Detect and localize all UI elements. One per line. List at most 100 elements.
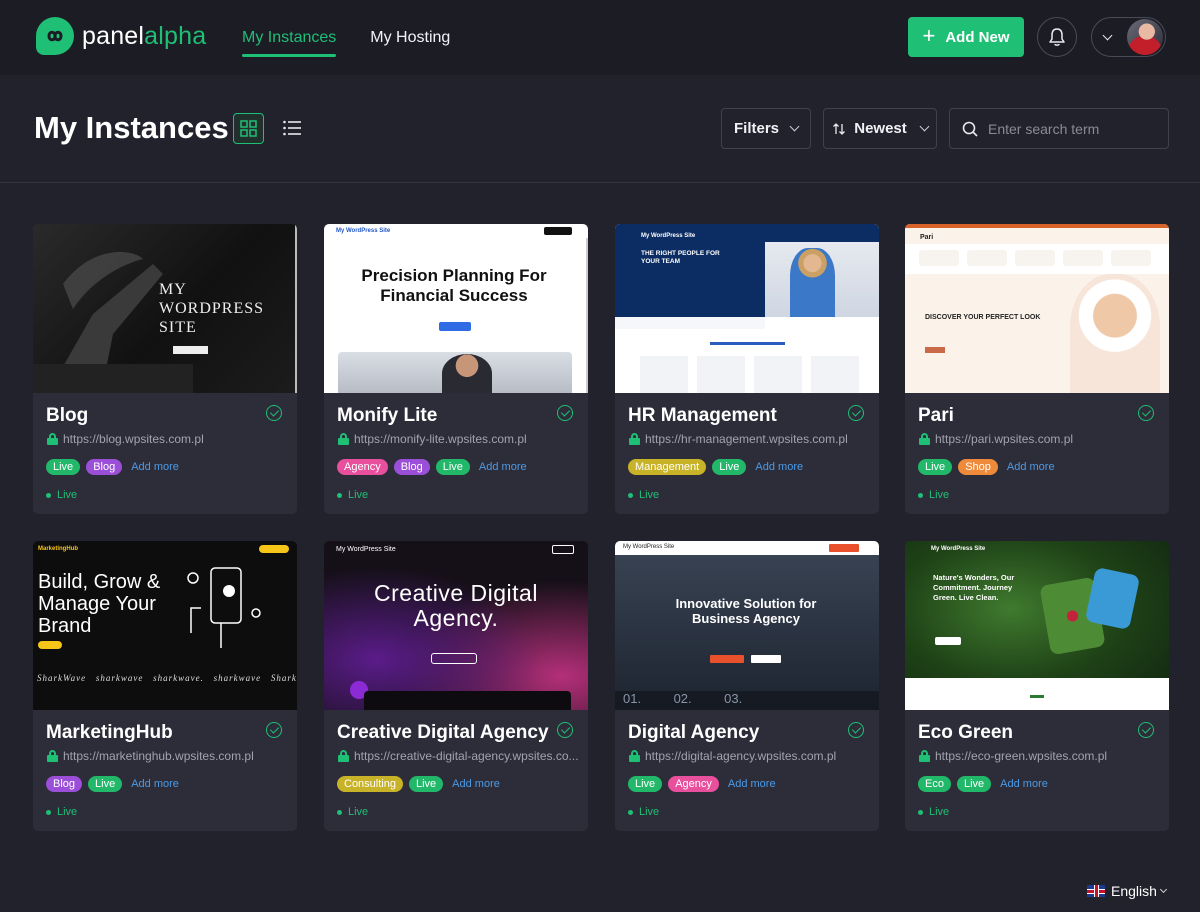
sort-dropdown[interactable]: Newest bbox=[823, 108, 937, 149]
add-more-link[interactable]: Add more bbox=[479, 461, 527, 473]
instance-url[interactable]: https://pari.wpsites.com.pl bbox=[919, 432, 1073, 446]
site-preview[interactable]: My WordPress Site Precision Planning For… bbox=[324, 224, 588, 393]
tag[interactable]: Blog bbox=[86, 459, 123, 475]
tag[interactable]: Live bbox=[956, 776, 992, 792]
check-circle-icon bbox=[557, 405, 573, 421]
status: Live bbox=[46, 806, 77, 818]
add-more-link[interactable]: Add more bbox=[131, 778, 179, 790]
tag-list: Live Blog Add more bbox=[46, 459, 179, 475]
tag[interactable]: Live bbox=[88, 776, 123, 792]
add-more-link[interactable]: Add more bbox=[728, 778, 776, 790]
status: Live bbox=[628, 806, 659, 818]
instance-card[interactable]: MY WORDPRESS SITE Blog https://blog.wpsi… bbox=[33, 224, 297, 514]
site-preview[interactable]: My WordPress Site Creative Digital Agenc… bbox=[324, 541, 588, 710]
lock-icon bbox=[338, 750, 349, 762]
instance-card[interactable]: My WordPress Site Creative Digital Agenc… bbox=[324, 541, 588, 831]
add-more-link[interactable]: Add more bbox=[452, 778, 500, 790]
tag[interactable]: Blog bbox=[46, 776, 83, 792]
preview-site-name: My WordPress Site bbox=[931, 546, 986, 552]
tag[interactable]: Live bbox=[712, 459, 747, 475]
tag-list: Agency Blog Live Add more bbox=[337, 459, 527, 475]
site-preview[interactable]: MarketingHub Build, Grow & Manage Your B… bbox=[33, 541, 297, 710]
instance-card[interactable]: My WordPress Site Innovative Solution fo… bbox=[615, 541, 879, 831]
tag[interactable]: Live bbox=[435, 459, 470, 475]
language-label: English bbox=[1111, 883, 1157, 899]
tag-list: Live Shop Add more bbox=[918, 459, 1055, 475]
instance-name[interactable]: Monify Lite bbox=[337, 405, 437, 427]
chevron-down-icon bbox=[1102, 30, 1113, 40]
instance-name[interactable]: Blog bbox=[46, 405, 88, 427]
preview-headline: Build, Grow & Manage Your Brand bbox=[38, 571, 161, 637]
status: Live bbox=[337, 806, 368, 818]
check-circle-icon bbox=[1138, 405, 1154, 421]
instance-name[interactable]: Pari bbox=[918, 405, 954, 427]
instance-card[interactable]: My WordPress Site Nature's Wonders, Our … bbox=[905, 541, 1169, 831]
tag[interactable]: Live bbox=[408, 776, 444, 792]
add-new-button[interactable]: + Add New bbox=[908, 17, 1024, 57]
instance-url[interactable]: https://hr-management.wpsites.com.pl bbox=[629, 432, 848, 446]
site-preview[interactable]: Pari DISCOVER YOUR PERFECT LOOK bbox=[905, 224, 1169, 393]
site-preview[interactable]: My WordPress Site Nature's Wonders, Our … bbox=[905, 541, 1169, 710]
instance-url[interactable]: https://eco-green.wpsites.com.pl bbox=[919, 749, 1107, 763]
instance-name[interactable]: HR Management bbox=[628, 405, 777, 427]
check-circle-icon bbox=[557, 722, 573, 738]
instance-card[interactable]: My WordPress Site Precision Planning For… bbox=[324, 224, 588, 514]
status-dot-icon bbox=[918, 492, 923, 498]
nav-my-hosting[interactable]: My Hosting bbox=[370, 0, 450, 75]
tag[interactable]: Live bbox=[918, 459, 953, 475]
grid-view-toggle[interactable] bbox=[233, 113, 264, 144]
nav-my-instances[interactable]: My Instances bbox=[242, 0, 337, 75]
tag[interactable]: Agency bbox=[337, 459, 388, 475]
search-input[interactable] bbox=[988, 120, 1163, 137]
instance-name[interactable]: MarketingHub bbox=[46, 722, 173, 744]
instance-name[interactable]: Eco Green bbox=[918, 722, 1013, 744]
list-view-toggle[interactable] bbox=[283, 120, 301, 136]
tag[interactable]: Live bbox=[46, 459, 81, 475]
status-dot-icon bbox=[46, 492, 51, 498]
sort-label: Newest bbox=[854, 120, 907, 137]
add-more-link[interactable]: Add more bbox=[1000, 778, 1048, 790]
add-more-link[interactable]: Add more bbox=[755, 461, 803, 473]
instance-card[interactable]: My WordPress Site THE RIGHT PEOPLE FOR Y… bbox=[615, 224, 879, 514]
tag[interactable]: Agency bbox=[668, 776, 719, 792]
check-circle-icon bbox=[266, 405, 282, 421]
grid-icon bbox=[240, 120, 257, 137]
language-selector[interactable]: English bbox=[1087, 883, 1167, 899]
logo-icon bbox=[36, 17, 74, 55]
tag[interactable]: Consulting bbox=[337, 776, 403, 792]
notifications-button[interactable] bbox=[1037, 17, 1077, 57]
search-icon bbox=[962, 121, 978, 137]
lock-icon bbox=[629, 433, 640, 445]
tag[interactable]: Management bbox=[628, 459, 707, 475]
instance-url[interactable]: https://monify-lite.wpsites.com.pl bbox=[338, 432, 527, 446]
preview-headline: THE RIGHT PEOPLE FOR YOUR TEAM bbox=[641, 250, 720, 265]
site-preview[interactable]: MY WORDPRESS SITE bbox=[33, 224, 297, 393]
site-preview[interactable]: My WordPress Site Innovative Solution fo… bbox=[615, 541, 879, 710]
user-menu-button[interactable] bbox=[1091, 17, 1166, 57]
preview-headline: Nature's Wonders, Our Commitment. Journe… bbox=[933, 573, 1015, 602]
instance-card[interactable]: MarketingHub Build, Grow & Manage Your B… bbox=[33, 541, 297, 831]
header-divider bbox=[0, 182, 1200, 183]
instance-url[interactable]: https://digital-agency.wpsites.com.pl bbox=[629, 749, 836, 763]
preview-headline: Precision Planning For Financial Success bbox=[361, 266, 547, 305]
status-dot-icon bbox=[46, 809, 51, 815]
logo[interactable]: panelalpha bbox=[36, 17, 206, 55]
tag[interactable]: Blog bbox=[393, 459, 430, 475]
lock-icon bbox=[919, 433, 930, 445]
instance-name[interactable]: Creative Digital Agency bbox=[337, 722, 549, 744]
site-preview[interactable]: My WordPress Site THE RIGHT PEOPLE FOR Y… bbox=[615, 224, 879, 393]
add-more-link[interactable]: Add more bbox=[1007, 461, 1055, 473]
tag[interactable]: Live bbox=[628, 776, 663, 792]
instance-url[interactable]: https://creative-digital-agency.wpsites.… bbox=[338, 749, 579, 763]
preview-site-name: My WordPress Site bbox=[623, 544, 675, 550]
add-more-link[interactable]: Add more bbox=[131, 461, 179, 473]
tag[interactable]: Eco bbox=[918, 776, 951, 792]
tag[interactable]: Shop bbox=[958, 459, 998, 475]
preview-site-name: Pari bbox=[920, 234, 934, 241]
illustration bbox=[187, 567, 261, 648]
instance-url[interactable]: https://marketinghub.wpsites.com.pl bbox=[47, 749, 254, 763]
instance-url[interactable]: https://blog.wpsites.com.pl bbox=[47, 432, 204, 446]
filters-dropdown[interactable]: Filters bbox=[721, 108, 811, 149]
instance-name[interactable]: Digital Agency bbox=[628, 722, 759, 744]
instance-card[interactable]: Pari DISCOVER YOUR PERFECT LOOK Pari htt… bbox=[905, 224, 1169, 514]
